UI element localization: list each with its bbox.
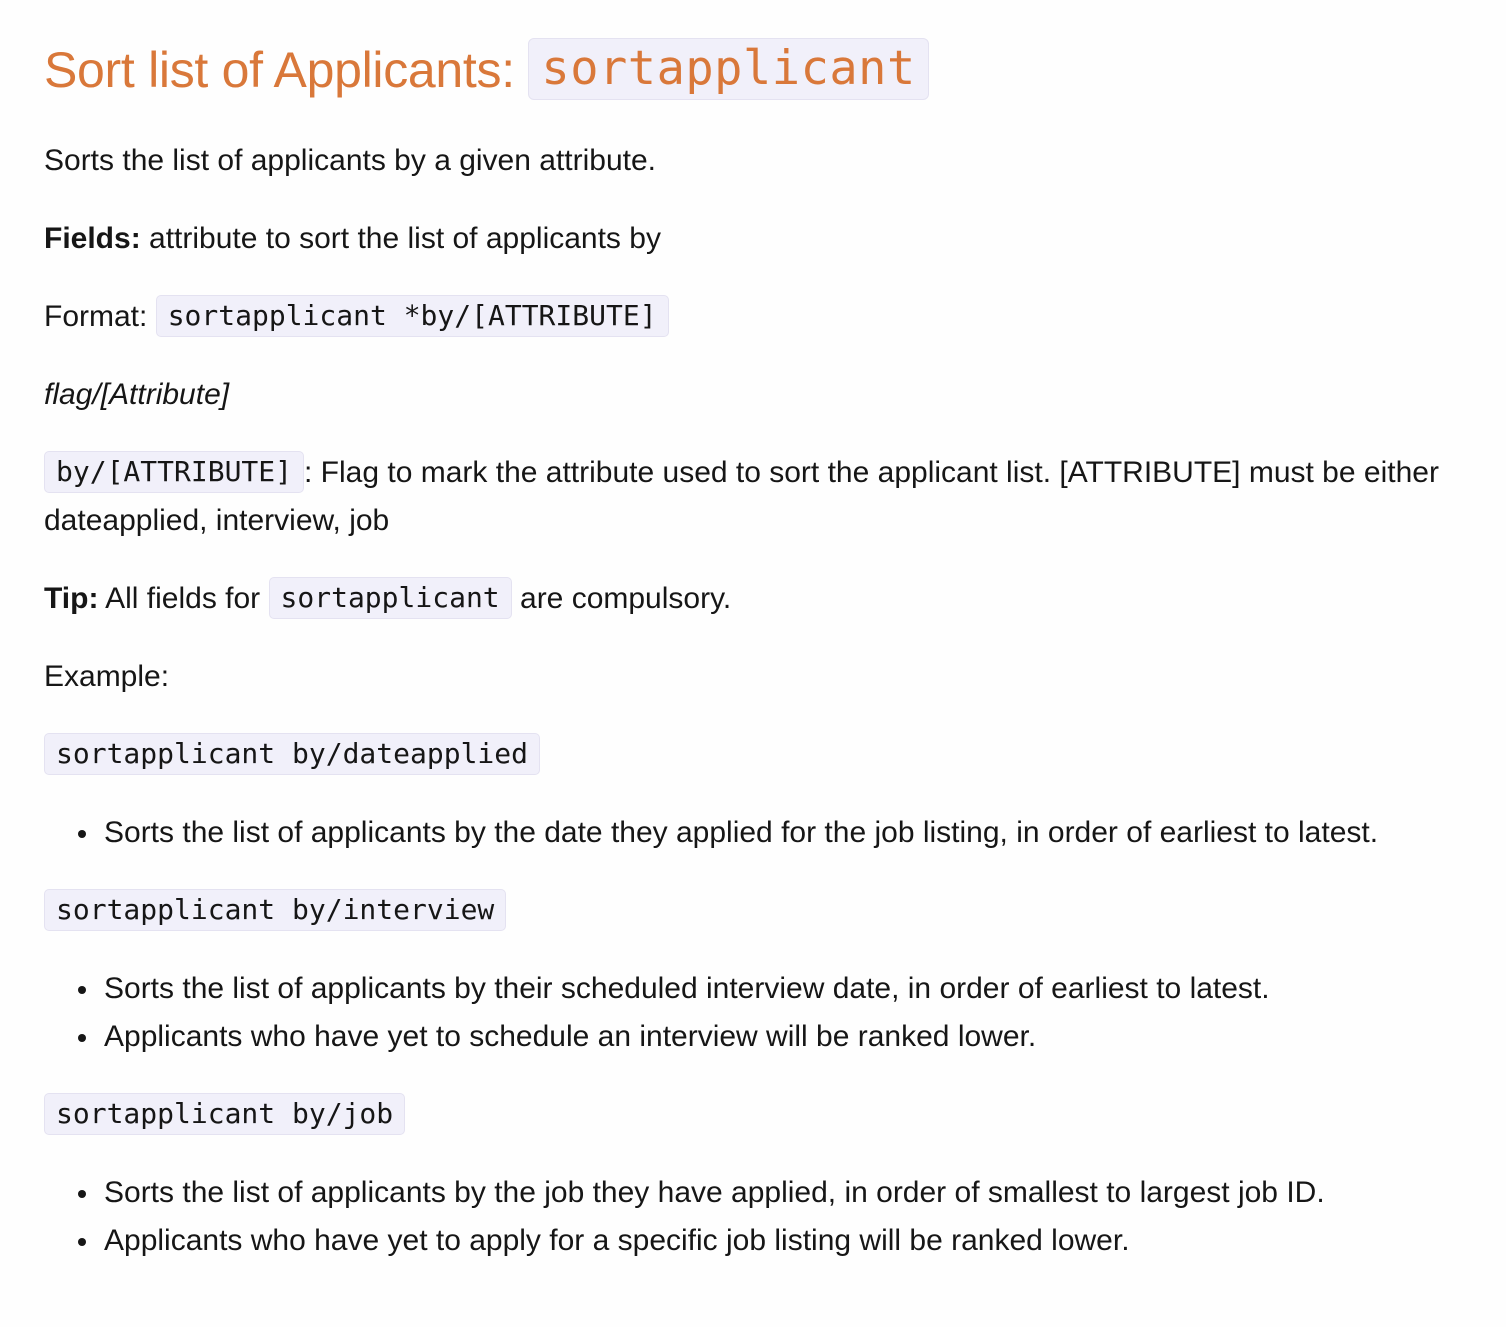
tip-code: sortapplicant (268, 577, 512, 619)
flag-code: by/[ATTRIBUTE] (44, 451, 305, 493)
tip-post-text: are compulsory. (511, 582, 732, 615)
tip-label: Tip: (44, 582, 99, 615)
list-item: Applicants who have yet to apply for a s… (44, 1217, 1325, 1265)
fields-text: attribute to sort the list of applicants… (140, 222, 661, 255)
list-item: Sorts the list of applicants by their sc… (44, 965, 1270, 1013)
example-code-interview: sortapplicant by/interview (44, 887, 507, 935)
fields-label: Fields: (44, 222, 141, 255)
tip-pre-text: All fields for (98, 582, 269, 615)
format-label: Format: (44, 300, 156, 333)
example-code: sortapplicant by/job (44, 1093, 406, 1135)
example-code-job: sortapplicant by/job (44, 1091, 406, 1139)
example-bullets-interview: Sorts the list of applicants by their sc… (44, 965, 1270, 1061)
example-label: Example: (44, 660, 170, 693)
example-code: sortapplicant by/dateapplied (44, 733, 541, 775)
flag-description: by/[ATTRIBUTE]: Flag to mark the attribu… (44, 449, 1484, 545)
description-text: Sorts the list of applicants by a given … (44, 144, 656, 177)
format-code: sortapplicant *by/[ATTRIBUTE] (155, 295, 669, 337)
tip-line: Tip: All fields for sortapplicant are co… (44, 575, 731, 623)
heading-command-code: sortapplicant (528, 38, 929, 100)
example-bullets-job: Sorts the list of applicants by the job … (44, 1169, 1325, 1265)
list-item: Applicants who have yet to schedule an i… (44, 1013, 1270, 1061)
example-code-dateapplied: sortapplicant by/dateapplied (44, 731, 541, 779)
fields-line: Fields: attribute to sort the list of ap… (44, 215, 661, 263)
format-line: Format: sortapplicant *by/[ATTRIBUTE] (44, 293, 669, 341)
list-item: Sorts the list of applicants by the job … (44, 1169, 1325, 1217)
heading-text: Sort list of Applicants: (44, 42, 529, 98)
example-code: sortapplicant by/interview (44, 889, 507, 931)
list-item: Sorts the list of applicants by the date… (44, 809, 1378, 857)
example-bullets-dateapplied: Sorts the list of applicants by the date… (44, 809, 1378, 857)
document-page: Sort list of Applicants: sortapplicant S… (0, 0, 1506, 1327)
flag-heading: flag/[Attribute] (44, 378, 230, 411)
section-heading: Sort list of Applicants: sortapplicant (44, 36, 929, 104)
